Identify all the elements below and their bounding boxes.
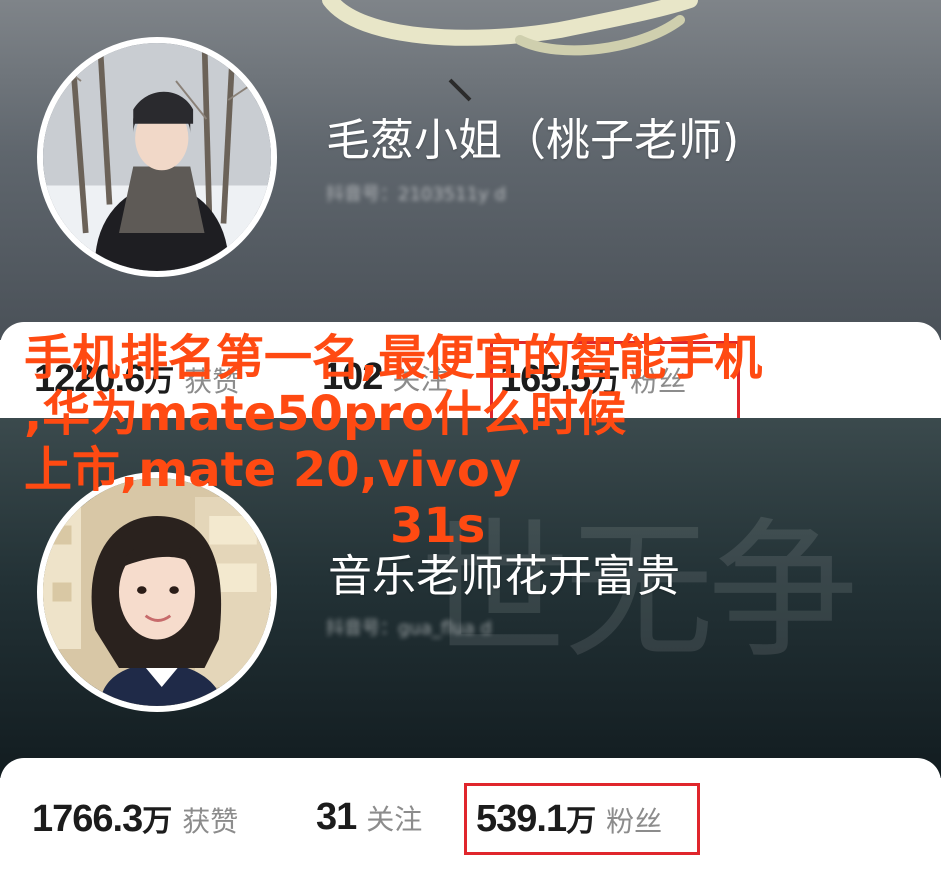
following-stat-2[interactable]: 31 关注 xyxy=(316,796,422,839)
avatar-photo-winter xyxy=(43,43,271,271)
profile-handle-1: 抖音号：2103511y d xyxy=(326,184,506,205)
likes-value: 1766.3 xyxy=(32,798,143,840)
likes-label: 获赞 xyxy=(182,805,239,838)
overlay-line-1: 手机排名第一名,最便宜的智能手机 xyxy=(24,330,763,386)
overlay-headline: 手机排名第一名,最便宜的智能手机 ,华为mate50pro什么时候 上市,mat… xyxy=(24,330,924,554)
avatar-profile-1[interactable] xyxy=(37,37,277,277)
overlay-line-3: 上市,mate 20,vivoy xyxy=(24,442,522,498)
following-value: 31 xyxy=(316,796,357,838)
likes-unit: 万 xyxy=(142,804,173,839)
profile-name-1: 毛葱小姐（桃子老师) xyxy=(326,115,740,166)
overlay-line-2: ,华为mate50pro什么时候 xyxy=(24,386,626,442)
likes-stat-2[interactable]: 1766.3万 获赞 xyxy=(32,796,238,841)
following-label: 关注 xyxy=(366,803,423,836)
highlight-box-followers-2 xyxy=(464,783,700,855)
profile-handle-2: 抖音号：gua_flua d xyxy=(326,618,492,639)
overlay-line-4: 31s xyxy=(390,498,486,554)
